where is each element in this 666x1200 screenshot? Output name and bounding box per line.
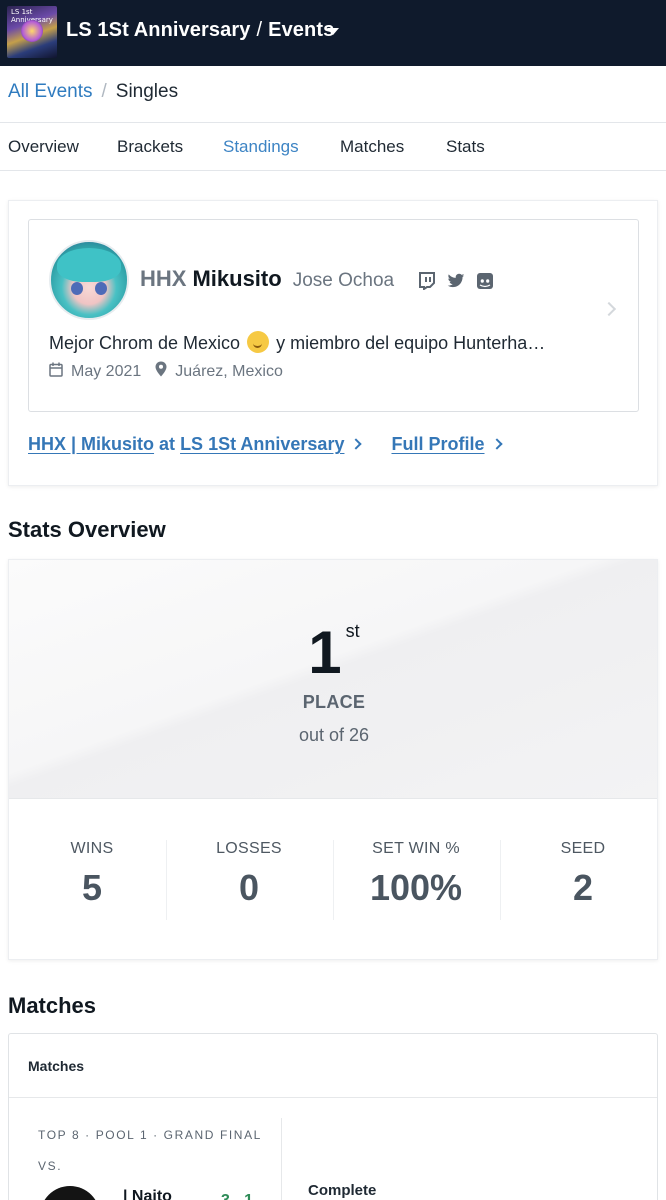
opponent-avatar[interactable] xyxy=(40,1186,100,1200)
tournament-thumbnail[interactable]: LS 1st Anniversary xyxy=(7,6,57,58)
stat-label: SET WIN % xyxy=(372,840,460,857)
avatar-hair xyxy=(57,248,121,282)
match-round: TOP 8 · POOL 1 · GRAND FINAL xyxy=(38,1128,262,1142)
discord-icon[interactable] xyxy=(476,272,494,290)
placement-panel: 1st PLACE out of 26 xyxy=(9,560,657,799)
tab-matches[interactable]: Matches xyxy=(340,137,404,157)
place-label: PLACE xyxy=(302,692,366,712)
stat-value: 0 xyxy=(238,867,260,908)
joined-date: May 2021 xyxy=(71,362,142,380)
stat-label: WINS xyxy=(70,840,114,857)
tab-overview[interactable]: Overview xyxy=(8,137,79,157)
event-link[interactable]: LS 1St Anniversary xyxy=(180,434,344,454)
placement-number: 1 xyxy=(308,619,342,686)
player-real-name: Jose Ochoa xyxy=(292,270,395,291)
avatar-eye-right xyxy=(95,282,107,295)
stat-seed: SEED 2 xyxy=(500,840,657,909)
player-meta: May 2021 Juárez, Mexico xyxy=(49,361,283,382)
chevron-down-icon[interactable] xyxy=(327,28,339,35)
matches-card: Matches TOP 8 · POOL 1 · GRAND FINAL VS.… xyxy=(8,1033,658,1200)
matches-card-title: Matches xyxy=(28,1058,85,1074)
chevron-right-icon[interactable] xyxy=(601,301,617,317)
bio-text: Mejor Chrom de Mexico xyxy=(49,333,241,353)
breadcrumb: All Events / Singles xyxy=(8,81,178,103)
stat-label: SEED xyxy=(560,840,606,857)
player-gamertag: Mikusito xyxy=(192,266,282,291)
matches-card-header: Matches xyxy=(9,1034,657,1098)
events-menu-label[interactable]: Events xyxy=(268,19,334,41)
stats-overview-title: Stats Overview xyxy=(8,517,166,542)
avatar xyxy=(49,240,129,320)
match-score: 3 - 1 xyxy=(221,1192,253,1200)
stat-value: 5 xyxy=(81,867,103,908)
stat-wins: WINS 5 xyxy=(9,840,175,909)
tournament-name[interactable]: LS 1St Anniversary xyxy=(66,19,250,41)
avatar-eye-left xyxy=(71,282,83,295)
location-pin-icon xyxy=(155,361,167,382)
versus-label: VS. xyxy=(38,1159,63,1173)
player-card: HHX Mikusito Jose Ochoa Mejor Chrom de M… xyxy=(8,200,658,486)
placement-suffix: st xyxy=(345,621,360,641)
emoji-icon xyxy=(247,331,270,353)
tab-standings[interactable]: Standings xyxy=(223,137,299,157)
breadcrumb-separator: / xyxy=(101,81,107,102)
calendar-icon xyxy=(49,362,63,382)
stat-value: 2 xyxy=(572,867,594,908)
stat-losses: LOSSES 0 xyxy=(166,840,332,909)
link-connector: at xyxy=(154,434,181,454)
tab-stats[interactable]: Stats xyxy=(446,137,485,157)
stats-overview-card: 1st PLACE out of 26 WINS 5 LOSSES 0 SET … xyxy=(8,559,658,960)
chevron-right-icon xyxy=(350,438,363,450)
tournament-title[interactable]: LS 1St Anniversary / Events xyxy=(66,19,334,42)
thumbnail-emblem xyxy=(21,20,43,42)
twitter-icon[interactable] xyxy=(447,272,465,290)
breadcrumb-current: Singles xyxy=(115,81,179,102)
location-text: Juárez, Mexico xyxy=(175,362,283,380)
player-name-row: HHX Mikusito Jose Ochoa xyxy=(140,266,394,292)
top-bar: LS 1st Anniversary LS 1St Anniversary /Ev… xyxy=(0,0,666,66)
event-tabs: Overview Brackets Standings Matches Stat… xyxy=(0,122,666,171)
opponent-name[interactable]: | Naito xyxy=(123,1188,172,1200)
player-links: HHX | Mikusito at LS 1St Anniversary Ful… xyxy=(28,434,503,455)
match-divider xyxy=(281,1118,282,1200)
player-bio: Mejor Chrom de Mexico y miembro del equi… xyxy=(49,331,545,354)
player-event-link[interactable]: HHX | Mikusito xyxy=(28,434,154,454)
stat-set-win-percent: SET WIN % 100% xyxy=(333,840,499,909)
chevron-right-icon xyxy=(490,438,503,450)
match-status: Complete xyxy=(308,1182,377,1199)
title-separator: / xyxy=(256,19,263,41)
player-prefix: HHX xyxy=(140,266,187,291)
player-profile-box[interactable]: HHX Mikusito Jose Ochoa Mejor Chrom de M… xyxy=(28,219,639,412)
stat-value: 100% xyxy=(369,867,463,908)
matches-title: Matches xyxy=(8,993,97,1018)
out-of-entrants: out of 26 xyxy=(298,725,370,745)
placement: 1st xyxy=(9,618,657,687)
location: Juárez, Mexico xyxy=(155,361,283,382)
stat-label: LOSSES xyxy=(216,840,282,857)
full-profile-link[interactable]: Full Profile xyxy=(391,434,484,454)
tab-brackets[interactable]: Brackets xyxy=(117,137,183,157)
twitch-icon[interactable] xyxy=(418,272,436,290)
breadcrumb-all-events[interactable]: All Events xyxy=(8,81,92,102)
bio-text-continued: y miembro del equipo Hunterha… xyxy=(271,333,546,353)
